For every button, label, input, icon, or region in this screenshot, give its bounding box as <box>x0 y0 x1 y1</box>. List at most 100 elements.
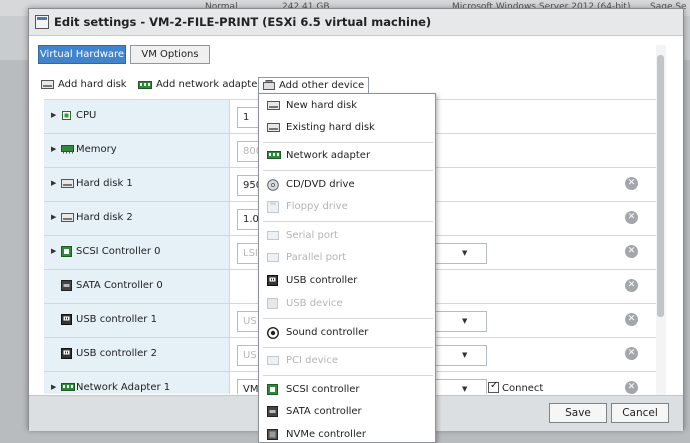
menu-separator <box>263 170 433 171</box>
remove-device-icon[interactable]: ✕ <box>625 211 638 224</box>
expand-arrow-icon[interactable]: ▶ <box>51 383 56 391</box>
checkbox-checked-icon[interactable] <box>488 380 499 393</box>
pci-icon <box>267 356 279 365</box>
hardware-label: SCSI Controller 0 <box>76 246 161 257</box>
tab-virtual-hardware[interactable]: Virtual Hardware <box>38 45 126 64</box>
hardware-label: Hard disk 2 <box>76 212 133 223</box>
hardware-label: Memory <box>76 144 117 155</box>
menu-item-pci-device: PCI device <box>259 351 435 371</box>
cd-dvd-icon <box>267 179 279 191</box>
menu-item-label: Existing hard disk <box>286 122 375 133</box>
menu-item-label: PCI device <box>286 355 338 366</box>
menu-item-parallel-port: Parallel port <box>259 248 435 268</box>
usb-icon <box>267 275 278 286</box>
menu-item-nvme-controller[interactable]: NVMe controller <box>259 425 435 442</box>
add-other-device-menu: New hard disk Existing hard disk Network… <box>258 93 436 443</box>
serial-port-icon <box>267 231 279 240</box>
menu-item-label: Serial port <box>286 230 338 241</box>
remove-device-icon[interactable]: ✕ <box>625 381 638 394</box>
tab-vm-options[interactable]: VM Options <box>130 45 210 64</box>
menu-separator <box>263 142 433 143</box>
menu-separator <box>263 375 433 376</box>
hardware-label: USB controller 2 <box>76 348 157 359</box>
hardware-label: CPU <box>76 110 97 121</box>
hard-disk-icon <box>267 101 280 110</box>
connect-checkbox[interactable]: Connect <box>488 380 544 394</box>
dialog-titlebar: Edit settings - VM-2-FILE-PRINT (ESXi 6.… <box>29 9 683 36</box>
menu-item-scsi-controller[interactable]: SCSI controller <box>259 380 435 400</box>
menu-item-label: USB device <box>286 298 343 309</box>
expand-arrow-icon[interactable]: ▶ <box>51 111 56 119</box>
chevron-down-icon[interactable]: ▼ <box>462 249 467 257</box>
hardware-label: Hard disk 1 <box>76 178 133 189</box>
expand-arrow-icon[interactable]: ▶ <box>51 145 56 153</box>
usb-device-icon <box>267 298 278 309</box>
remove-device-icon[interactable]: ✕ <box>625 279 638 292</box>
hardware-label-cell: ▶ Network Adapter 1 <box>44 372 230 394</box>
hardware-label: Network Adapter 1 <box>76 382 171 393</box>
add-hard-disk-button[interactable]: Add hard disk <box>41 77 127 94</box>
device-icon <box>263 80 275 90</box>
menu-item-label: SCSI controller <box>286 384 360 395</box>
dialog-title: Edit settings - VM-2-FILE-PRINT (ESXi 6.… <box>54 15 432 29</box>
menu-item-sound-controller[interactable]: Sound controller <box>259 323 435 343</box>
connect-label: Connect <box>502 383 544 394</box>
hardware-label-cell: ▶ CPU <box>44 100 230 133</box>
menu-item-label: Floppy drive <box>286 201 348 212</box>
dialog-scrollbar[interactable] <box>656 45 666 395</box>
menu-item-label: NVMe controller <box>286 429 366 440</box>
menu-separator <box>263 347 433 348</box>
add-other-device-button[interactable]: Add other device <box>258 77 370 94</box>
menu-separator <box>263 318 433 319</box>
remove-device-icon[interactable]: ✕ <box>625 313 638 326</box>
chevron-down-icon[interactable]: ▼ <box>462 317 467 325</box>
scsi-controller-icon <box>267 384 278 395</box>
add-network-adapter-button[interactable]: Add network adapter <box>138 77 261 94</box>
hardware-label-cell: ▶ Hard disk 2 <box>44 202 230 235</box>
hard-disk-icon <box>61 179 74 188</box>
menu-item-label: Network adapter <box>286 150 371 161</box>
sata-controller-icon <box>267 406 278 417</box>
hard-disk-icon <box>61 213 74 222</box>
cancel-button[interactable]: Cancel <box>611 403 669 423</box>
scrollbar-thumb[interactable] <box>657 55 664 317</box>
menu-item-network-adapter[interactable]: Network adapter <box>259 146 435 166</box>
menu-item-floppy-drive: Floppy drive <box>259 197 435 217</box>
hardware-label-cell: SATA Controller 0 <box>44 270 230 303</box>
add-hard-disk-label: Add hard disk <box>58 79 127 90</box>
remove-device-icon[interactable]: ✕ <box>625 245 638 258</box>
hard-disk-icon <box>41 80 54 89</box>
menu-item-label: Sound controller <box>286 327 369 338</box>
expand-arrow-icon[interactable]: ▶ <box>51 213 56 221</box>
hardware-label: SATA Controller 0 <box>76 280 163 291</box>
menu-item-label: USB controller <box>286 275 358 286</box>
sata-controller-icon <box>61 280 72 291</box>
hardware-label-cell: ▶ SCSI Controller 0 <box>44 236 230 269</box>
hardware-label-cell: USB controller 2 <box>44 338 230 371</box>
usb-icon <box>61 314 72 325</box>
menu-item-cd-dvd-drive[interactable]: CD/DVD drive <box>259 175 435 195</box>
floppy-icon <box>267 201 279 213</box>
menu-item-usb-controller[interactable]: USB controller <box>259 271 435 291</box>
remove-device-icon[interactable]: ✕ <box>625 177 638 190</box>
hardware-label-cell: ▶ Memory <box>44 134 230 167</box>
hardware-label: USB controller 1 <box>76 314 157 325</box>
menu-item-new-hard-disk[interactable]: New hard disk <box>259 96 435 116</box>
chevron-down-icon[interactable]: ▼ <box>462 385 467 393</box>
menu-item-label: New hard disk <box>286 100 358 111</box>
chevron-down-icon[interactable]: ▼ <box>462 351 467 359</box>
menu-item-usb-device: USB device <box>259 294 435 314</box>
menu-item-existing-hard-disk[interactable]: Existing hard disk <box>259 118 435 138</box>
remove-device-icon[interactable]: ✕ <box>625 347 638 360</box>
menu-item-sata-controller[interactable]: SATA controller <box>259 402 435 422</box>
hardware-label-cell: USB controller 1 <box>44 304 230 337</box>
memory-icon <box>61 145 74 154</box>
scsi-controller-icon <box>61 246 72 257</box>
expand-arrow-icon[interactable]: ▶ <box>51 247 56 255</box>
menu-item-label: CD/DVD drive <box>286 179 355 190</box>
save-button[interactable]: Save <box>549 403 607 423</box>
add-network-adapter-label: Add network adapter <box>156 79 262 90</box>
hard-disk-icon <box>267 123 280 132</box>
menu-item-label: SATA controller <box>286 406 362 417</box>
expand-arrow-icon[interactable]: ▶ <box>51 179 56 187</box>
